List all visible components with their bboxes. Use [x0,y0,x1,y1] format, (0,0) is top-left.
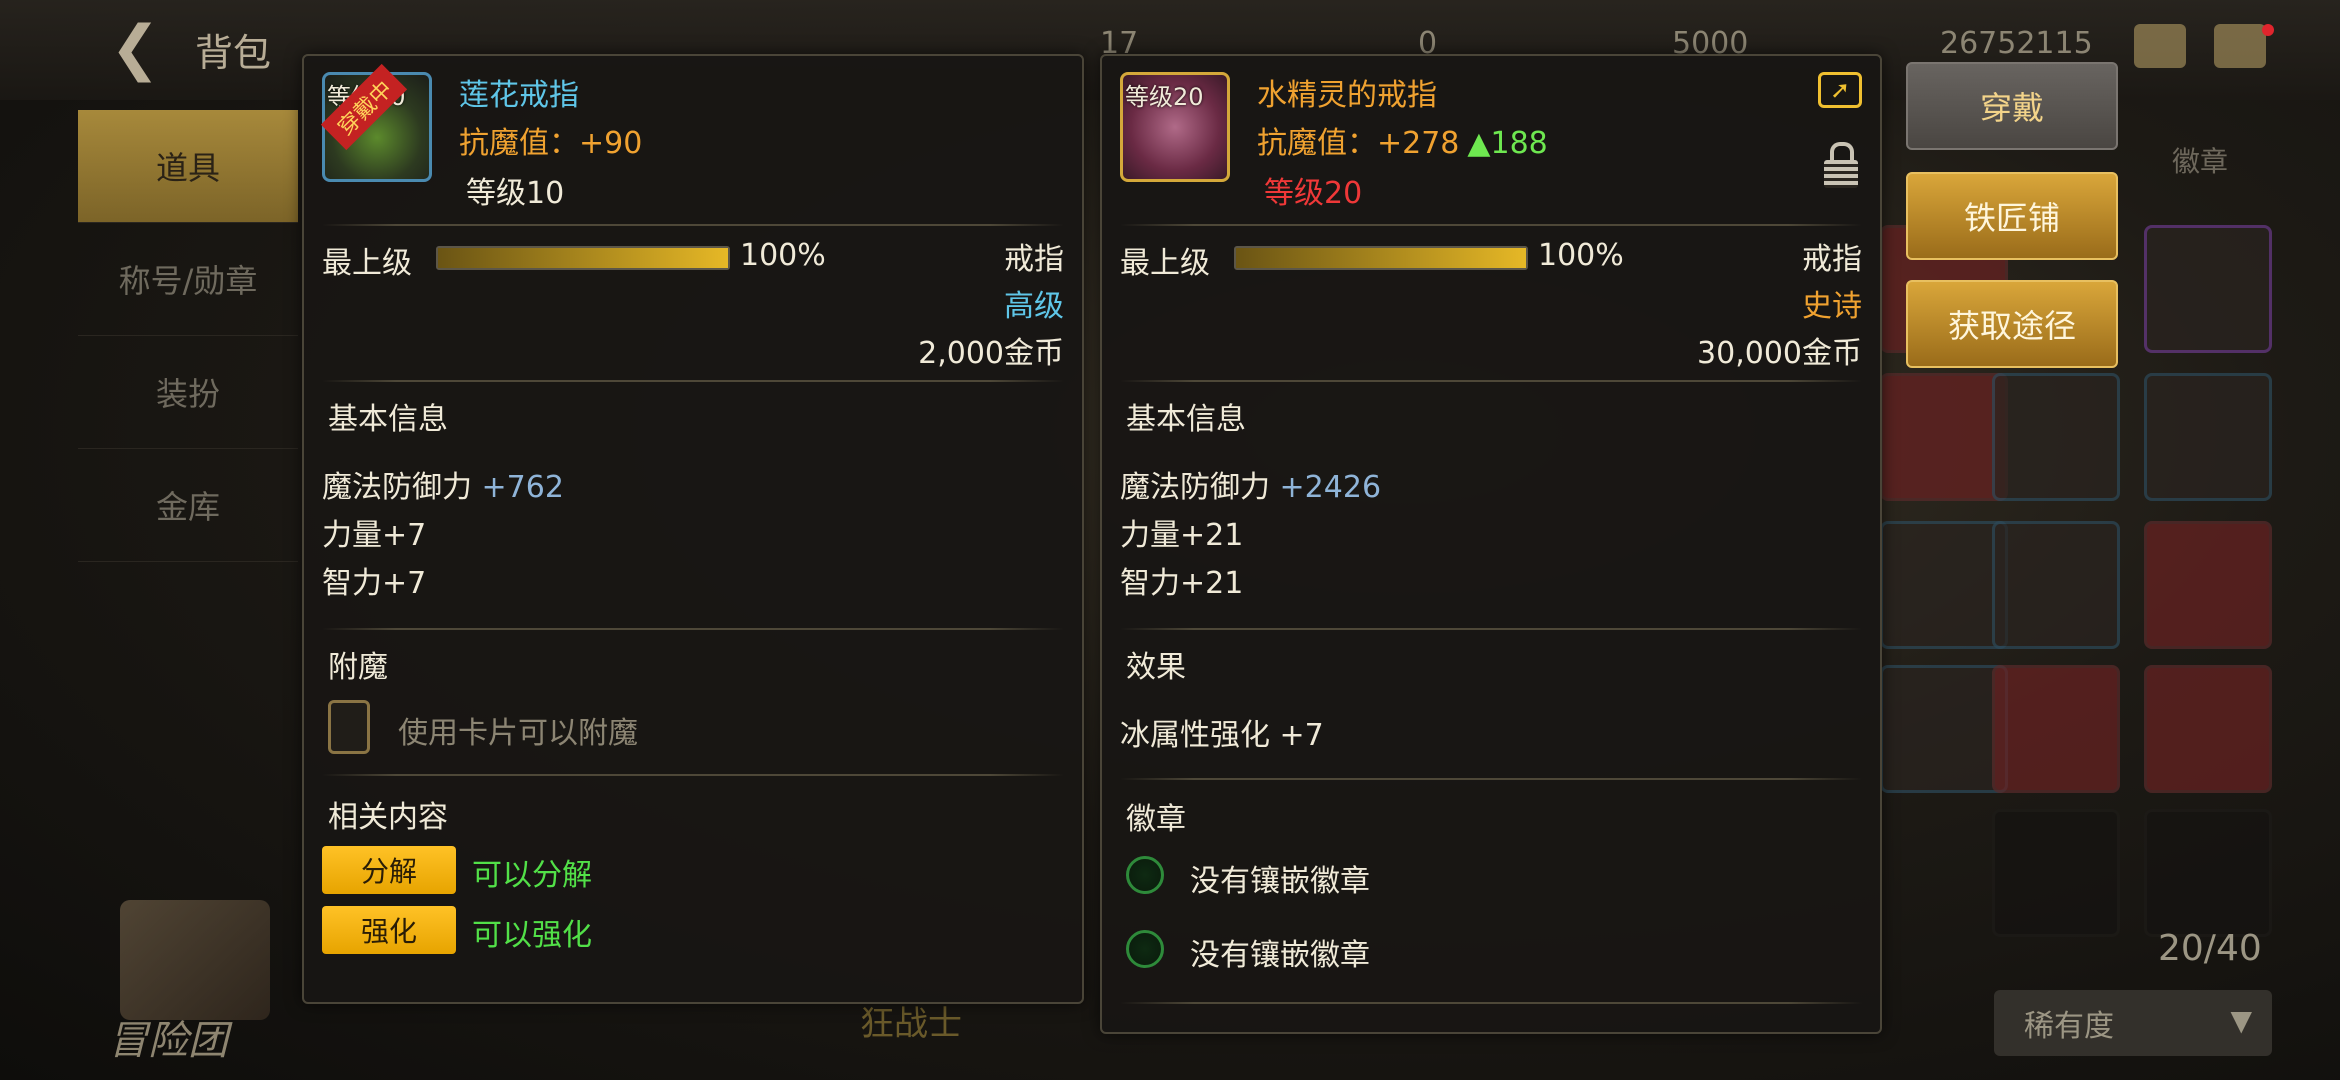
decompose-button[interactable]: 分解 [322,846,456,894]
badge-slot-icon[interactable] [1126,856,1164,894]
tab-badge[interactable]: 徽章 [2172,140,2228,180]
divider [322,380,1064,382]
basic-info-title: 基本信息 [1126,402,1246,437]
stat-label: 魔法防御力 [322,470,472,505]
book-icon[interactable] [120,900,270,1020]
stat-intelligence: 智力+21 [1120,566,1244,601]
item-type: 戒指 [1004,242,1064,277]
resist-value: 抗魔值：+278 [1257,126,1460,161]
blacksmith-button[interactable]: 铁匠铺 [1906,172,2118,260]
sort-dropdown[interactable]: 稀有度 ▼ [1994,990,2272,1056]
inventory-slot[interactable] [2144,373,2272,501]
badge-title: 徽章 [1126,802,1186,837]
max-level-percent: 100% [740,238,826,273]
obtain-route-button[interactable]: 获取途径 [1906,280,2118,368]
max-level-label: 最上级 [322,246,412,281]
sidebar-item-titles[interactable]: 称号/勋章 [78,223,298,336]
stat-strength: 力量+7 [322,518,427,553]
ring-icon: 等级10 穿戴中 [320,63,432,182]
enchant-title: 附魔 [328,650,388,685]
stat-strength: 力量+21 [1120,518,1244,553]
inventory-slot[interactable] [1992,809,2120,937]
ring-icon: 等级20 [1120,72,1230,182]
item-name: 莲花戒指 [459,78,579,113]
sidebar-item-costume[interactable]: 装扮 [78,336,298,449]
chevron-down-icon: ▼ [2230,1004,2252,1037]
badge-slot-text: 没有镶嵌徽章 [1190,938,1370,973]
stat-magic-defense: 魔法防御力 +2426 [1120,462,1381,506]
sidebar: 道具 称号/勋章 装扮 金库 [78,110,298,570]
enhance-button[interactable]: 强化 [322,906,456,954]
max-level-bar-fill [438,248,728,268]
effect-text: 冰属性强化 +7 [1120,718,1324,753]
inventory-slot[interactable] [2144,521,2272,649]
divider [1120,380,1862,382]
currency-value: 26752115 [1940,26,2093,61]
max-level-percent: 100% [1538,238,1624,273]
divider [1120,1002,1862,1004]
stat-label: 魔法防御力 [1120,470,1270,505]
item-level: 等级10 [466,176,565,211]
divider [322,774,1064,776]
share-icon[interactable]: ➚ [1818,72,1862,108]
basic-info-title: 基本信息 [328,402,448,437]
divider [1120,778,1862,780]
enhance-status: 可以强化 [472,918,592,953]
chat-icon[interactable] [2214,24,2266,68]
item-resist: 抗魔值：+90 [459,126,643,161]
mail-icon[interactable] [2134,24,2186,68]
item-level-tag: 等级20 [1125,83,1204,111]
lock-body [1824,160,1858,188]
inventory-slot[interactable] [1880,521,2008,649]
card-slot[interactable] [328,700,370,754]
item-detail-equipped: 等级10 穿戴中 莲花戒指 抗魔值：+90 等级10 最上级 100% 戒指 高… [302,54,1084,1004]
lock-icon[interactable] [1824,142,1858,188]
inventory-slot[interactable] [1992,521,2120,649]
item-grade: 史诗 [1802,289,1862,324]
badge-slot-icon[interactable] [1126,930,1164,968]
item-detail-compare: 等级20 水精灵的戒指 抗魔值：+278 ▲188 等级20 ➚ 最上级 100%… [1100,54,1882,1034]
item-price: 30,000金币 [1697,336,1862,371]
inventory-slot[interactable] [1880,665,2008,793]
item-resist: 抗魔值：+278 ▲188 [1257,118,1548,162]
max-level-label: 最上级 [1120,246,1210,281]
wear-button[interactable]: 穿戴 [1906,62,2118,150]
stat-intelligence: 智力+7 [322,566,427,601]
stat-value: +762 [481,470,564,505]
badge-slot-text: 没有镶嵌徽章 [1190,864,1370,899]
stat-magic-defense: 魔法防御力 +762 [322,462,564,506]
back-arrow-icon[interactable]: ❮ [110,18,180,78]
divider [322,224,1064,226]
item-grade: 高级 [1004,289,1064,324]
book-label[interactable]: 冒险团 [108,1008,228,1066]
resist-increase: ▲188 [1467,126,1548,161]
item-type: 戒指 [1802,242,1862,277]
inventory-slot[interactable] [2144,665,2272,793]
item-price: 2,000金币 [918,336,1064,371]
inventory-slot[interactable] [1992,373,2120,501]
related-title: 相关内容 [328,800,448,835]
enchant-hint: 使用卡片可以附魔 [398,716,638,751]
notification-dot [2262,24,2274,36]
max-level-bar [436,246,730,270]
sidebar-item-items[interactable]: 道具 [78,110,298,223]
divider [322,628,1064,630]
effect-title: 效果 [1126,650,1186,685]
item-level: 等级20 [1264,176,1363,211]
inventory-slot[interactable] [2144,809,2272,937]
sidebar-item-vault[interactable]: 金库 [78,449,298,562]
inventory-slot[interactable] [1880,373,2008,501]
max-level-bar [1234,246,1528,270]
max-level-bar-fill [1236,248,1526,268]
decompose-status: 可以分解 [472,858,592,893]
inventory-slot[interactable] [2144,225,2272,353]
inventory-slot[interactable] [1992,665,2120,793]
inventory-count: 20/40 [2158,928,2262,969]
sort-label: 稀有度 [2024,1009,2114,1044]
divider [1120,224,1862,226]
divider [1120,628,1862,630]
page-title: 背包 [195,31,272,75]
item-name: 水精灵的戒指 [1257,78,1437,113]
stat-value: +2426 [1279,470,1382,505]
